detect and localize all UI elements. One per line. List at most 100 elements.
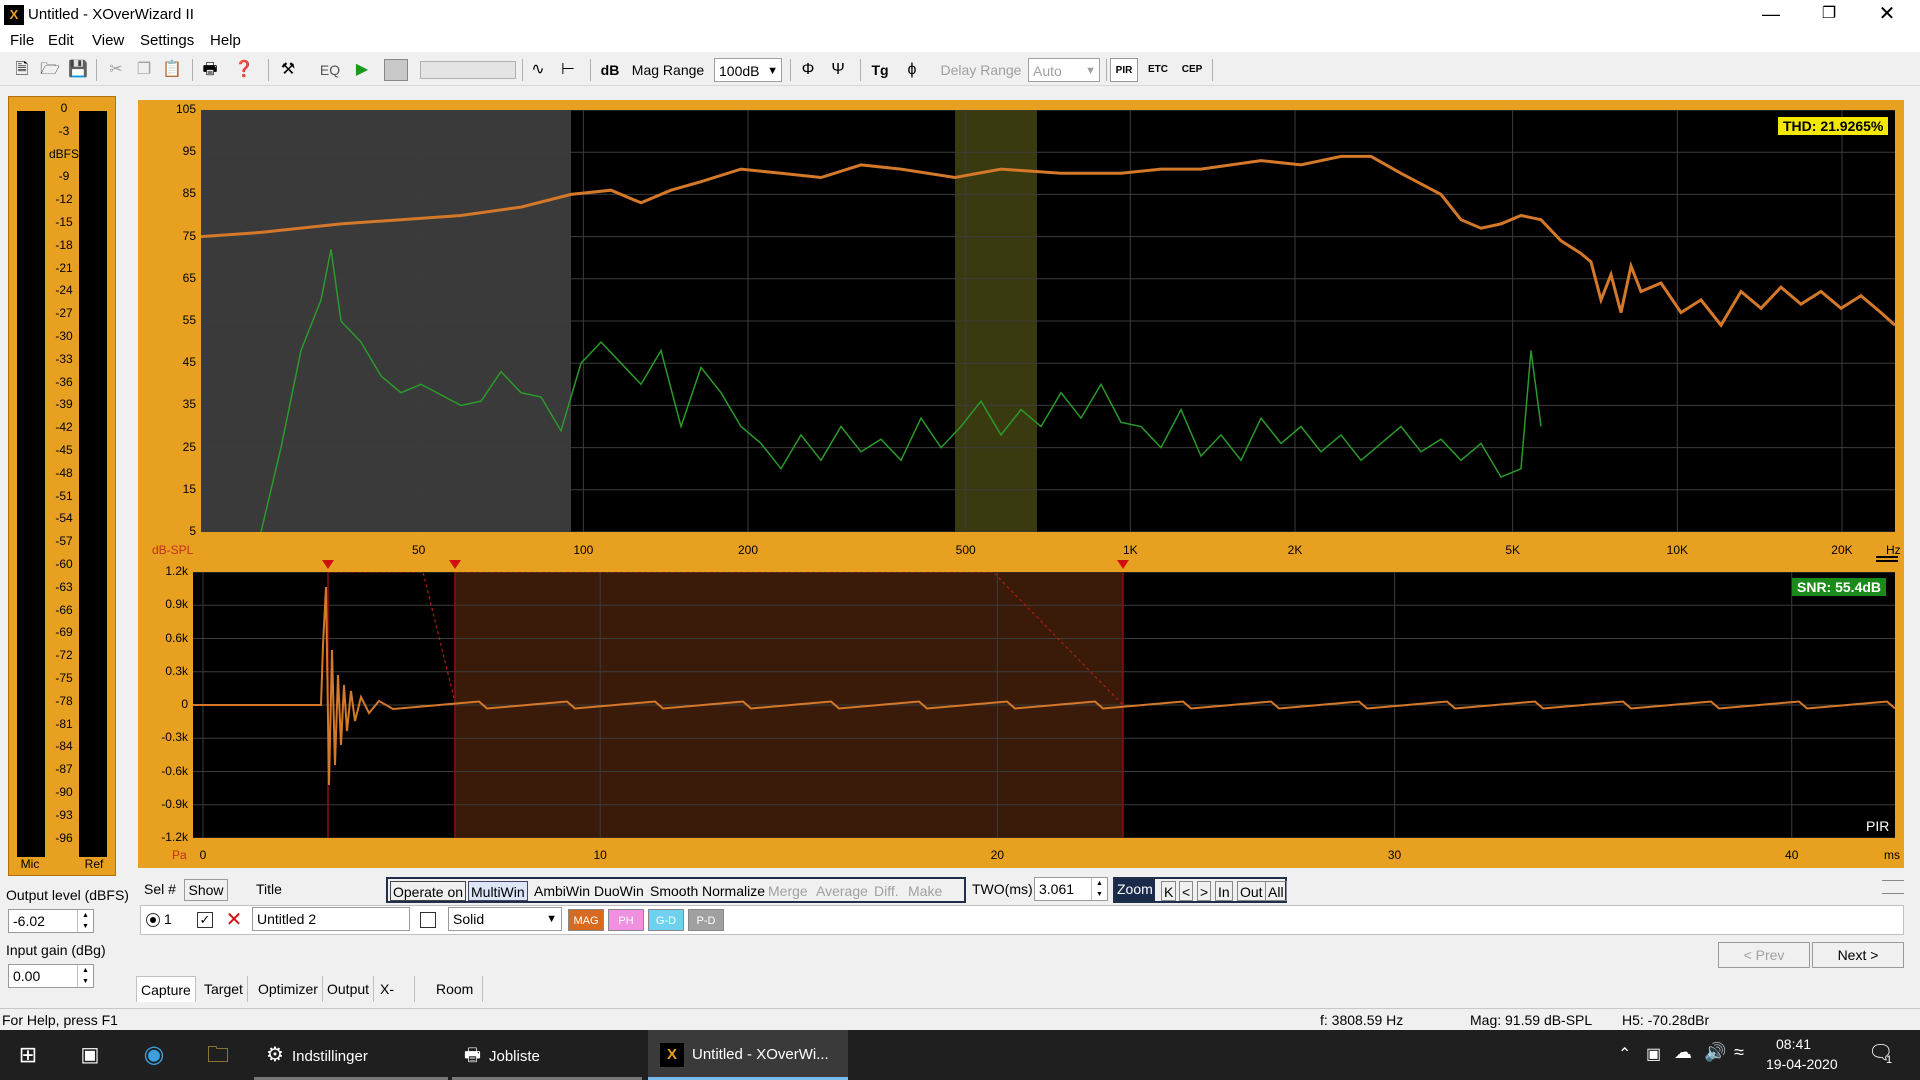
show-checkbox[interactable]: ✓ [197, 912, 213, 928]
wifi-icon[interactable]: ≈ [1734, 1042, 1744, 1063]
select-radio[interactable] [146, 913, 160, 927]
restore-button[interactable]: ❐ [1800, 0, 1858, 30]
make-xo-button[interactable]: Make XO [906, 881, 964, 919]
tray-chevron-icon[interactable]: ⌃ [1618, 1044, 1631, 1064]
zoom-k-button[interactable]: K [1161, 881, 1177, 901]
etc-button[interactable]: ETC [1144, 58, 1172, 82]
eq-button[interactable]: EQ [318, 58, 342, 82]
copy-icon[interactable]: ❐ [132, 58, 156, 82]
task-view-icon[interactable]: ▣ [62, 1030, 118, 1080]
print-icon[interactable]: 🖶 [198, 58, 222, 82]
tab-capture[interactable]: Capture [136, 976, 196, 1002]
db-button[interactable]: dB [598, 58, 622, 82]
tools-icon[interactable]: ⚒ [276, 58, 300, 82]
tab-target[interactable]: Target [200, 976, 248, 1002]
stop-icon[interactable] [384, 59, 408, 81]
mag-range-select[interactable]: 100dB ▼ [714, 58, 782, 82]
phase-toggle[interactable]: PH [608, 909, 644, 931]
meter-scale-label: -93 [55, 807, 73, 822]
meter-scale-label: -81 [55, 716, 73, 731]
onedrive-icon[interactable]: ☁ [1674, 1042, 1692, 1063]
taskbar-settings[interactable]: ⚙ Indstillinger [254, 1030, 448, 1080]
impulse-plot[interactable] [193, 572, 1895, 838]
edge-browser-icon[interactable]: ◉ [126, 1030, 182, 1080]
mag-y-tick: 45 [182, 355, 196, 370]
save-icon[interactable]: 💾 [66, 58, 90, 82]
diff-button[interactable]: Diff. [872, 881, 901, 901]
imp-y-tick: -0.6k [161, 763, 188, 778]
zoom-right-button[interactable]: > [1197, 881, 1212, 901]
curve-view-icon[interactable]: ∿ [526, 58, 550, 82]
zoom-all-button[interactable]: All [1265, 881, 1287, 901]
unwrap-phase-icon[interactable]: Ψ [826, 58, 850, 82]
help-pointer-icon[interactable]: ❓ [232, 58, 256, 82]
two-input[interactable]: 3.061 ▲ ▼ [1034, 877, 1108, 901]
phase-delay-icon[interactable]: ϕ [900, 58, 924, 82]
zoom-left-button[interactable]: < [1179, 881, 1194, 901]
clock-time[interactable]: 08:41 [1776, 1036, 1811, 1052]
show-header-button[interactable]: Show [184, 879, 228, 901]
taskbar-print-queue[interactable]: 🖶 Jobliste [452, 1030, 642, 1080]
windows-start-icon[interactable]: ⊞ [0, 1030, 56, 1080]
list-menu-icon[interactable] [1882, 880, 1904, 894]
input-gain-input[interactable]: 0.00 ▲ ▼ [8, 964, 94, 988]
pir-button[interactable]: PIR [1110, 58, 1138, 82]
line-style-select[interactable]: Solid ▼ [448, 907, 562, 931]
smooth-button[interactable]: Smooth [648, 881, 700, 901]
splitter-handle[interactable] [1876, 556, 1898, 562]
window-marker-icon[interactable]: ⊢ [556, 58, 580, 82]
multiwin-button[interactable]: MultiWin [468, 881, 528, 901]
window-start-marker[interactable] [322, 560, 334, 569]
taskbar-xoverwizard[interactable]: X Untitled - XOverWi... [648, 1030, 848, 1080]
new-file-icon[interactable]: 🗎 [10, 58, 34, 82]
file-explorer-icon[interactable]: 🗀 [190, 1030, 246, 1080]
menu-view[interactable]: View [92, 32, 124, 49]
operate-on-button[interactable]: Operate on [390, 881, 467, 901]
next-button[interactable]: Next > [1812, 942, 1904, 968]
ambiwin-button[interactable]: AmbiWin [532, 881, 592, 901]
phase-delay-toggle[interactable]: P-D [688, 909, 724, 931]
cep-button[interactable]: CEP [1178, 58, 1206, 82]
mag-toggle[interactable]: MAG [568, 909, 604, 931]
tab-output[interactable]: Output [323, 976, 375, 1002]
cut-icon[interactable]: ✂ [104, 58, 128, 82]
taskbar: ⊞ ▣ ◉ 🗀 ⚙ Indstillinger 🖶 Jobliste X Untitl… [0, 1030, 1920, 1080]
delay-range-select[interactable]: Auto ▼ [1028, 58, 1100, 82]
play-icon[interactable]: ▶ [350, 58, 374, 82]
curve-title-input[interactable]: Untitled 2 [252, 907, 410, 931]
open-folder-icon[interactable]: 🗁 [38, 58, 62, 82]
zoom-out-button[interactable]: Out [1237, 881, 1266, 901]
normalize-button[interactable]: Normalize [700, 881, 767, 901]
paste-icon[interactable]: 📋 [160, 58, 184, 82]
minimize-button[interactable]: — [1742, 0, 1800, 30]
average-button[interactable]: Average [814, 881, 870, 901]
tab-x-over[interactable]: X-Over [376, 976, 416, 1023]
menu-file[interactable]: File [10, 32, 34, 49]
mag-y-tick: 95 [182, 144, 196, 159]
battery-icon[interactable]: ▣ [1646, 1044, 1661, 1064]
menu-help[interactable]: Help [210, 32, 241, 49]
group-delay-toggle[interactable]: G-D [648, 909, 684, 931]
meter-scale-label: -18 [55, 237, 73, 252]
tab-room-modes[interactable]: Room Modes [432, 976, 484, 1023]
prev-button[interactable]: < Prev [1718, 942, 1810, 968]
meter-scale-label: -63 [55, 579, 73, 594]
merge-button[interactable]: Merge [766, 881, 810, 901]
menu-edit[interactable]: Edit [48, 32, 74, 49]
meter-scale-label: -45 [55, 443, 73, 457]
zoom-in-button[interactable]: In [1215, 881, 1233, 901]
clock-date[interactable]: 19-04-2020 [1766, 1056, 1838, 1072]
window-end-marker[interactable] [1117, 560, 1129, 569]
window-mid-marker[interactable] [449, 560, 461, 569]
duowin-button[interactable]: DuoWin [592, 881, 646, 901]
volume-icon[interactable]: 🔊 [1704, 1042, 1726, 1063]
group-delay-button[interactable]: Tg [866, 58, 894, 82]
delete-icon[interactable]: ✕ [224, 910, 244, 930]
close-button[interactable]: ✕ [1858, 0, 1916, 30]
phase-icon[interactable]: Φ [796, 58, 820, 82]
magnitude-plot[interactable] [201, 110, 1895, 532]
tab-optimizer[interactable]: Optimizer [254, 976, 323, 1002]
menu-settings[interactable]: Settings [140, 32, 194, 49]
output-level-input[interactable]: -6.02 ▲ ▼ [8, 909, 94, 933]
lock-checkbox[interactable] [420, 912, 436, 928]
